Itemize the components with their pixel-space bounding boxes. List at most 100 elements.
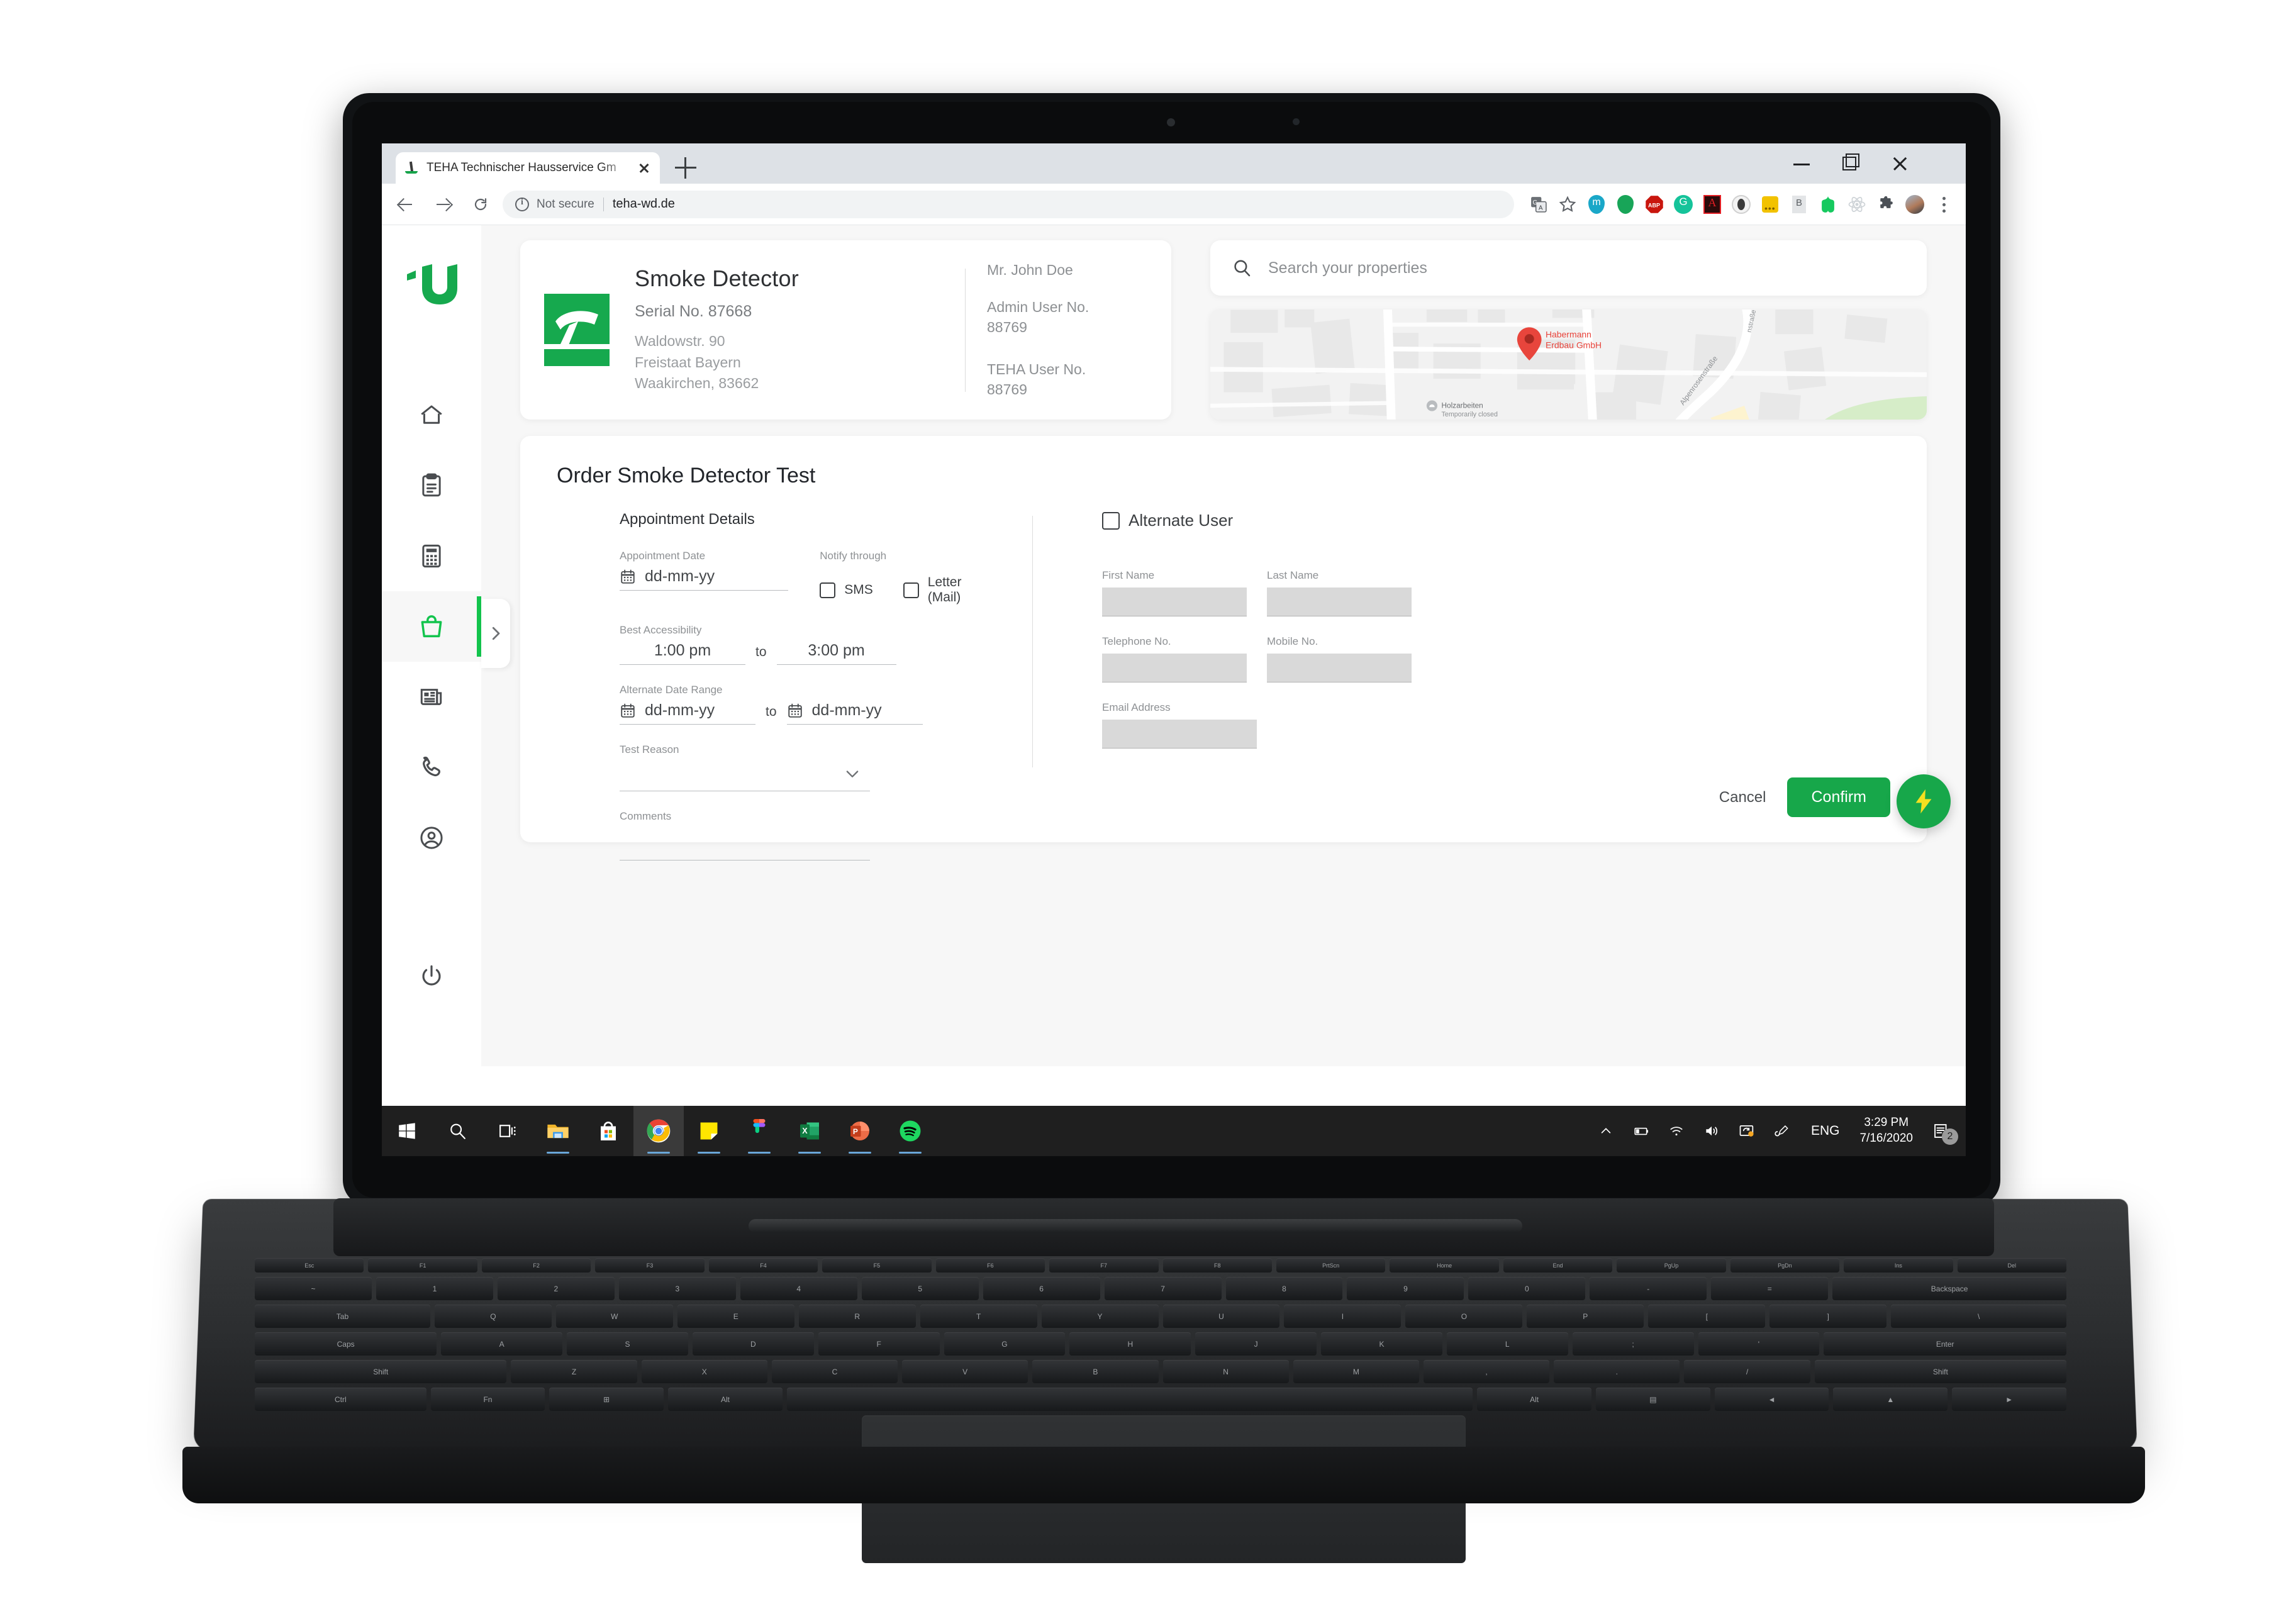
checkbox-box [903,582,919,598]
alternate-date-from-input[interactable]: dd-mm-yy [620,701,755,725]
action-center-button[interactable]: 2 [1922,1106,1961,1156]
folder-icon [547,1124,569,1139]
email-input[interactable] [1102,720,1257,749]
first-name-input[interactable] [1102,588,1247,616]
reload-icon[interactable] [466,190,495,219]
newspaper-icon [420,689,442,705]
property-map[interactable]: nstraße Alpenrosenstraße Holzarbeiten Te… [1210,309,1927,420]
onedrive-button[interactable] [1729,1106,1764,1156]
sidebar-item-invoices[interactable] [382,521,481,591]
minimize-button[interactable] [1777,143,1826,184]
search-button[interactable] [432,1106,482,1156]
search-input[interactable]: Search your properties [1210,240,1927,296]
quick-action-fab[interactable] [1897,774,1951,828]
excel[interactable]: X [784,1106,835,1156]
close-window-button[interactable] [1875,143,1924,184]
extensions-puzzle-icon[interactable] [1873,192,1898,217]
back-icon[interactable] [391,190,420,219]
smoke-detector-icon [544,294,610,366]
sidebar-item-home[interactable] [382,380,481,450]
yellow-dots-extension-icon[interactable]: ••• [1758,192,1783,217]
teha-logo[interactable] [404,264,459,306]
browser-tab[interactable]: TEHA Technischer Hausservice Gm [396,152,660,184]
cancel-button[interactable]: Cancel [1719,789,1766,806]
powerpoint[interactable]: P [835,1106,885,1156]
maximize-button[interactable] [1826,143,1875,184]
appointment-date-input[interactable]: dd-mm-yy [620,567,789,591]
battery-button[interactable] [1624,1106,1659,1156]
google-translate-icon[interactable]: G A [1526,192,1551,217]
order-form: Appointment Details Appointment Date dd-… [557,511,1890,879]
onepassword-icon[interactable] [1729,192,1754,217]
email-field[interactable]: Email Address [1102,701,1257,749]
svg-text:P: P [853,1127,858,1136]
sidebar-item-contact[interactable] [382,732,481,803]
green-pin-extension-icon[interactable] [1613,192,1638,217]
notify-letter-checkbox[interactable]: Letter (Mail) [903,575,997,605]
sidebar-item-news[interactable] [382,662,481,732]
sidebar-collapse-button[interactable] [481,599,510,668]
keyboard-front-edge [182,1447,2145,1503]
ambient-sensor [1293,118,1300,125]
detector-main: Smoke Detector Serial No. 87668 Waldowst… [635,265,959,394]
chrome-menu-icon[interactable] [1931,192,1956,217]
pen-button[interactable] [1764,1106,1800,1156]
language-indicator[interactable]: ENG [1800,1123,1851,1139]
tray-overflow-button[interactable] [1588,1106,1624,1156]
info-icon[interactable] [515,197,529,211]
mobile-field[interactable]: Mobile No. [1267,635,1412,682]
page-title: Smoke Detector [635,265,799,292]
volume-button[interactable] [1694,1106,1729,1156]
sidebar-item-account[interactable] [382,803,481,873]
mobile-input[interactable] [1267,654,1412,682]
figma[interactable] [734,1106,784,1156]
wifi-icon [1670,1127,1683,1136]
wifi-button[interactable] [1659,1106,1694,1156]
best-accessibility-from-input[interactable]: 1:00 pm [620,642,745,665]
evernote-web-clipper-icon[interactable] [1815,192,1841,217]
powerpoint-icon: P [850,1122,869,1140]
last-name-field[interactable]: Last Name [1267,569,1412,616]
adblock-plus-icon[interactable]: ABP [1642,192,1667,217]
new-tab-button[interactable] [675,157,696,179]
first-name-field[interactable]: First Name [1102,569,1247,616]
best-accessibility-to-input[interactable]: 3:00 pm [776,642,896,665]
sticky-notes[interactable] [684,1106,734,1156]
grammarly-icon[interactable]: G [1671,192,1696,217]
best-accessibility-label: Best Accessibility [620,624,702,636]
start-button[interactable] [382,1106,432,1156]
spotify[interactable] [885,1106,935,1156]
last-name-input[interactable] [1267,588,1412,616]
admin-user-value: 88769 [987,319,1027,336]
confirm-button[interactable]: Confirm [1787,777,1890,817]
telephone-input[interactable] [1102,654,1247,682]
mendeley-extension-icon[interactable]: m [1584,192,1609,217]
alternate-user-checkbox[interactable]: Alternate User [1102,511,1890,530]
sidebar-item-logout[interactable] [382,941,481,1011]
sidebar-item-tasks[interactable] [382,450,481,521]
avatar[interactable] [1902,192,1927,217]
svg-text:ABP: ABP [1648,202,1660,208]
screen-viewport: TEHA Technischer Hausservice Gm Not secu… [382,143,1966,1156]
react-devtools-icon[interactable] [1844,192,1870,217]
alternate-date-to-input[interactable]: dd-mm-yy [786,701,923,725]
address-bar[interactable]: Not secure teha-wd.de [503,190,1514,218]
file-explorer[interactable] [533,1106,583,1156]
sidebar-item-orders[interactable] [382,591,481,662]
task-view-button[interactable] [482,1106,533,1156]
notify-sms-checkbox[interactable]: SMS [820,582,873,598]
comments-input[interactable] [620,828,870,860]
microsoft-store[interactable] [583,1106,633,1156]
range-separator: to [755,645,767,659]
google-chrome[interactable] [633,1106,684,1156]
close-icon[interactable] [636,160,652,176]
clock[interactable]: 3:29 PM 7/16/2020 [1851,1115,1922,1146]
battery-icon [1634,1127,1649,1135]
adobe-acrobat-icon[interactable]: A [1700,192,1725,217]
bookmark-star-icon[interactable] [1555,192,1580,217]
bitwarden-icon[interactable]: B [1786,192,1812,217]
forward-icon[interactable] [428,190,457,219]
telephone-field[interactable]: Telephone No. [1102,635,1247,682]
test-reason-select[interactable] [620,761,870,791]
excel-icon: X [800,1122,819,1140]
